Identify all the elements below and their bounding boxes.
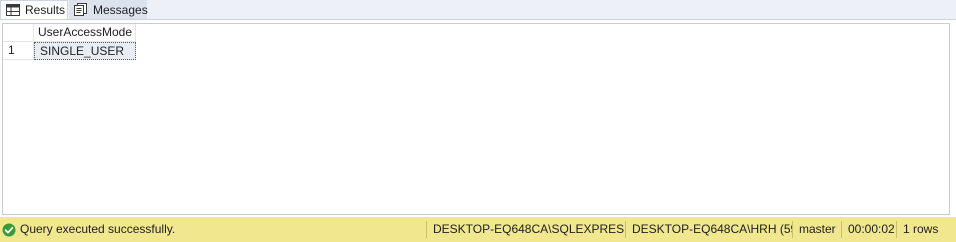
row-header-1[interactable]: 1 xyxy=(3,42,34,60)
messages-icon xyxy=(74,3,88,16)
query-status-bar: Query executed successfully. DESKTOP-EQ6… xyxy=(0,217,956,242)
status-login: DESKTOP-EQ648CA\HRH (59) xyxy=(625,221,792,238)
status-server: DESKTOP-EQ648CA\SQLEXPRESS ... xyxy=(426,221,624,238)
column-header-useraccessmode[interactable]: UserAccessMode xyxy=(34,24,136,42)
status-row-count: 1 rows xyxy=(896,221,954,238)
results-grid[interactable]: UserAccessMode 1 SINGLE_USER xyxy=(2,23,950,215)
status-elapsed-time: 00:00:02 xyxy=(841,221,896,238)
status-message: Query executed successfully. xyxy=(20,222,176,236)
results-grid-icon xyxy=(6,4,20,16)
tab-results-label: Results xyxy=(25,3,66,17)
tab-results[interactable]: Results xyxy=(0,0,68,19)
success-check-icon xyxy=(2,223,16,237)
results-pane: UserAccessMode 1 SINGLE_USER xyxy=(0,19,956,216)
results-tab-strip: Results Messages xyxy=(0,0,956,19)
cell-useraccessmode-row1[interactable]: SINGLE_USER xyxy=(34,42,136,60)
grid-corner[interactable] xyxy=(3,24,34,42)
status-database: master xyxy=(792,221,840,238)
tab-messages-label: Messages xyxy=(93,2,148,17)
tab-messages[interactable]: Messages xyxy=(69,0,148,19)
